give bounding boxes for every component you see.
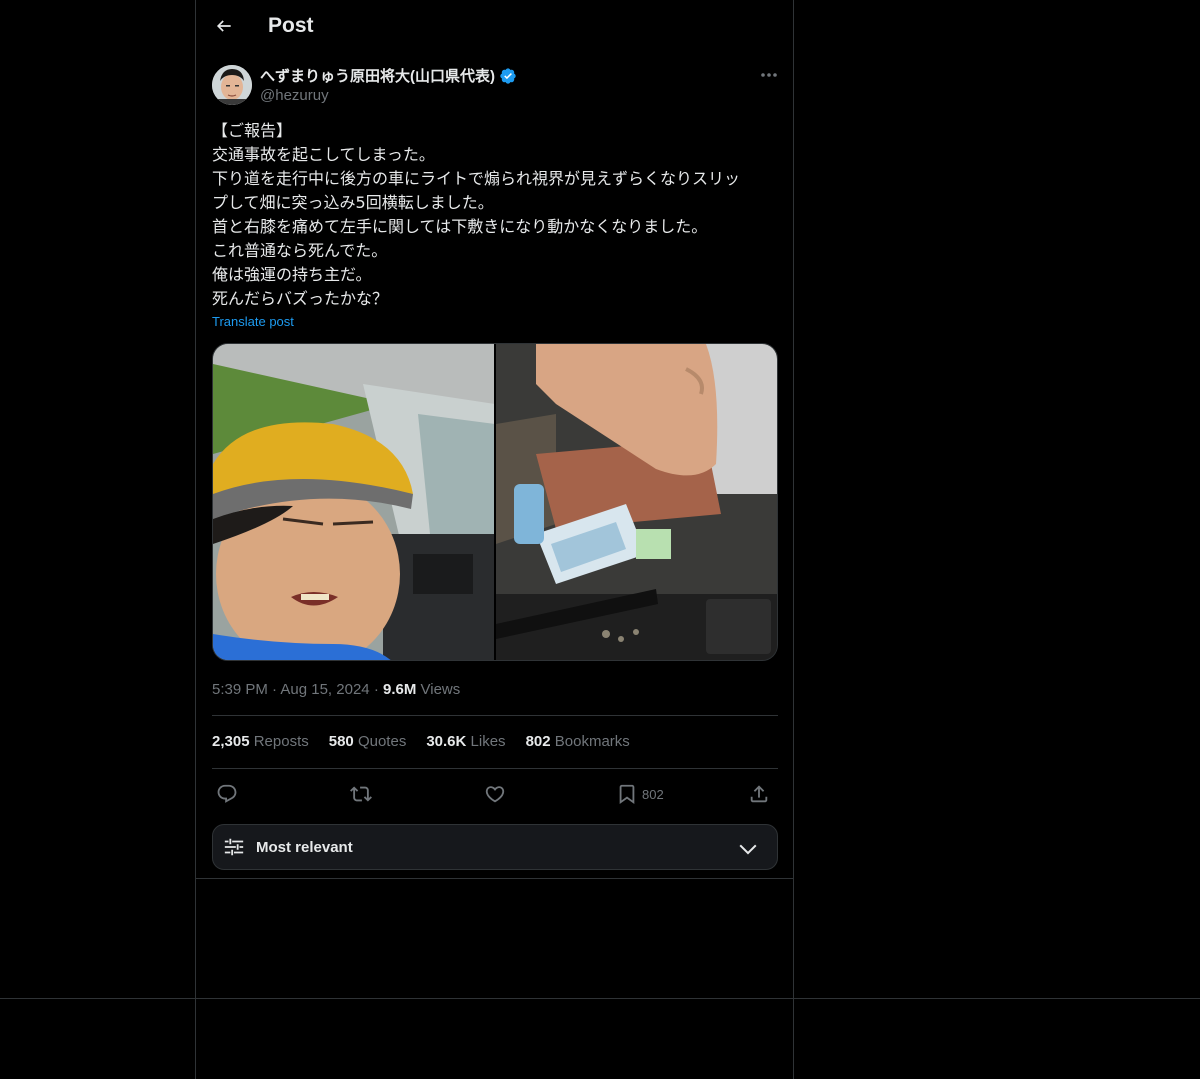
arrow-left-icon	[216, 20, 231, 32]
bookmark-button[interactable]: 802	[616, 780, 664, 808]
avatar-image	[212, 65, 252, 105]
reply-icon	[217, 784, 237, 803]
engagement-stats: 2,305 Reposts 580 Quotes 30.6K Likes 802…	[212, 733, 630, 750]
views-label: Views	[420, 681, 461, 698]
post-date[interactable]: Aug 15, 2024	[280, 681, 369, 698]
meta-separator: ·	[373, 681, 383, 698]
divider	[212, 768, 778, 769]
top-bar: Post	[196, 0, 793, 56]
back-button[interactable]	[212, 14, 236, 38]
avatar[interactable]	[212, 65, 252, 105]
divider	[212, 715, 778, 716]
section-divider	[195, 878, 794, 879]
media-grid	[212, 343, 778, 661]
sort-replies-dropdown[interactable]: Most relevant	[212, 824, 778, 870]
author-name-row[interactable]: へずまりゅう原田将大(山口県代表)	[260, 65, 517, 86]
author-name[interactable]: へずまりゅう原田将大(山口県代表)	[260, 65, 495, 86]
action-bar: 802	[212, 780, 778, 808]
sliders-icon	[224, 838, 244, 856]
bookmarks-count: 802	[525, 733, 551, 750]
bookmark-icon	[619, 784, 635, 805]
main-column: Post へずまりゅう原田将大(山口県代表) @hezuruy 【ご報告】 交通…	[195, 0, 794, 1079]
reposts-count: 2,305	[212, 733, 250, 750]
verified-badge-icon	[500, 67, 516, 84]
likes-count: 30.6K	[426, 733, 467, 750]
reposts-label: Reposts	[253, 733, 309, 750]
bookmark-count: 802	[642, 786, 664, 802]
post-text-line: 交通事故を起こしてしまった。	[212, 145, 435, 164]
share-icon	[750, 785, 768, 803]
quotes-label: Quotes	[357, 733, 407, 750]
post-text-line: 【ご報告】	[212, 121, 293, 140]
post-text-line: 首と右膝を痛めて左手に関しては下敷きになり動かなくなりました。	[212, 217, 708, 236]
post-text: 【ご報告】 交通事故を起こしてしまった。 下り道を走行中に後方の車にライトで煽ら…	[212, 119, 782, 311]
post-text-line: 死んだらバズったかな？	[212, 289, 389, 308]
likes-label: Likes	[470, 733, 506, 750]
author-handle[interactable]: @hezuruy	[260, 87, 329, 104]
post-text-line: 俺は強運の持ち主だ。	[212, 265, 372, 284]
post-text-line: プして畑に突っ込み5回横転しました。	[212, 193, 494, 212]
photo-car-interior[interactable]	[496, 344, 777, 660]
bookmarks-stat[interactable]: 802 Bookmarks	[526, 733, 630, 750]
reply-button[interactable]	[216, 780, 238, 808]
heart-icon	[485, 786, 505, 803]
repost-button[interactable]	[350, 780, 372, 808]
photo-selfie[interactable]	[213, 344, 494, 660]
repost-icon	[350, 786, 372, 802]
reposts-stat[interactable]: 2,305 Reposts	[212, 733, 309, 750]
quotes-stat[interactable]: 580 Quotes	[329, 733, 407, 750]
more-options-button[interactable]	[756, 64, 782, 86]
like-button[interactable]	[484, 780, 506, 808]
views-count: 9.6M	[382, 681, 417, 698]
translate-post-link[interactable]: Translate post	[212, 314, 294, 329]
post-meta: 5:39 PM · Aug 15, 2024 · 9.6M Views	[212, 681, 460, 698]
car-interior-image	[496, 344, 777, 660]
selfie-image	[213, 344, 494, 660]
sort-label: Most relevant	[256, 839, 353, 856]
bookmarks-label: Bookmarks	[554, 733, 630, 750]
footer-divider	[0, 998, 1200, 999]
share-button[interactable]	[748, 780, 770, 808]
post-time[interactable]: 5:39 PM	[212, 681, 268, 698]
chevron-down-icon	[739, 844, 757, 855]
page-title: Post	[268, 14, 314, 37]
likes-stat[interactable]: 30.6K Likes	[426, 733, 505, 750]
more-dots-icon	[761, 73, 777, 77]
post-text-line: これ普通なら死んでた。	[212, 241, 388, 260]
post-text-line: 下り道を走行中に後方の車にライトで煽られ視界が見えずらくなりスリッ	[212, 169, 741, 188]
quotes-count: 580	[328, 733, 354, 750]
